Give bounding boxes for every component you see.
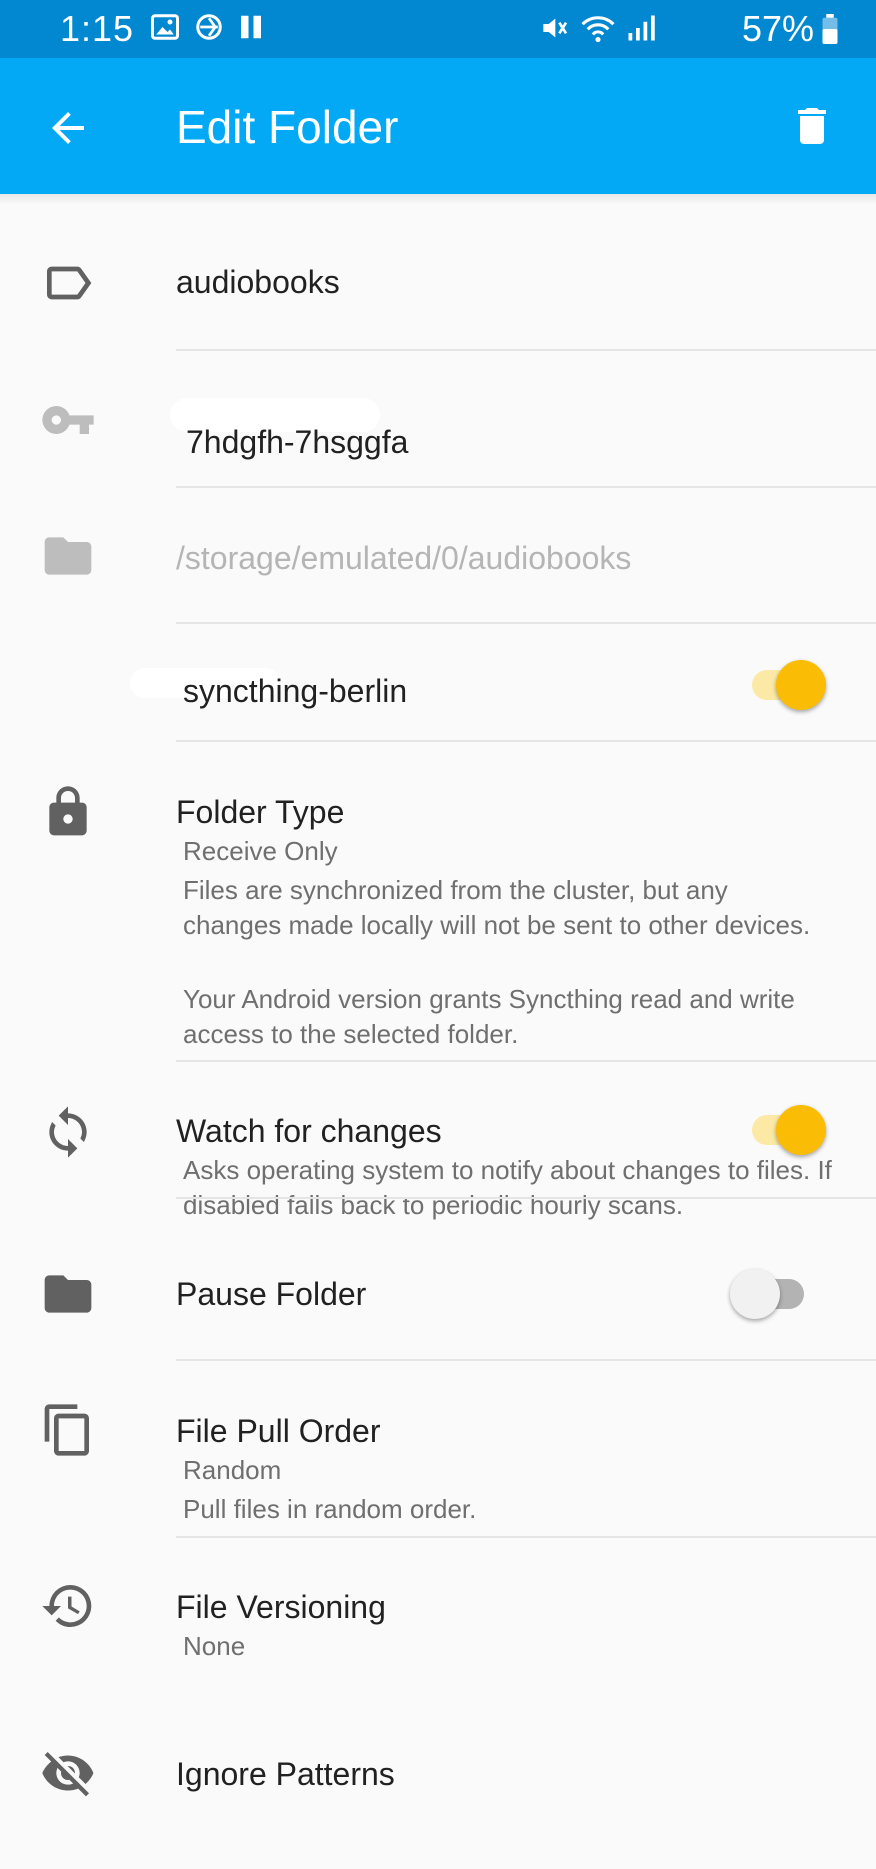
signal-icon <box>628 15 655 41</box>
folder-label-input[interactable]: audiobooks <box>176 264 340 301</box>
status-time: 1:15 <box>60 8 135 49</box>
key-icon <box>42 406 94 434</box>
file-versioning-value: None <box>183 1631 246 1661</box>
folder-type-description: Files are synchronized from the cluster,… <box>183 875 811 940</box>
divider <box>176 740 876 742</box>
toggle-thumb <box>730 1269 780 1319</box>
folder-id-input[interactable]: 7hdgfh-7hsggfa <box>186 424 408 461</box>
watch-changes-title: Watch for changes <box>176 1113 442 1149</box>
divider <box>176 486 876 488</box>
watch-changes-toggle[interactable] <box>746 1101 828 1157</box>
trash-icon[interactable] <box>788 100 836 152</box>
folder-type-note: Your Android version grants Syncthing re… <box>183 984 795 1049</box>
pause-notification-icon <box>241 15 261 39</box>
toggle-thumb <box>776 1105 826 1155</box>
folder-type-title: Folder Type <box>176 794 345 830</box>
folder-icon <box>44 537 92 575</box>
mute-icon <box>543 18 568 38</box>
device-name: syncthing-berlin <box>183 673 408 709</box>
divider <box>176 1359 876 1361</box>
file-pull-order-value: Random <box>183 1455 282 1485</box>
toggle-thumb <box>776 660 826 710</box>
divider <box>176 1536 876 1538</box>
folder-type-value: Receive Only <box>183 836 338 866</box>
folder-path-input[interactable]: /storage/emulated/0/audiobooks <box>176 540 631 577</box>
lock-icon <box>49 786 87 836</box>
divider <box>176 349 876 351</box>
arrow-back-icon[interactable] <box>44 104 92 152</box>
battery-icon <box>822 14 838 44</box>
file-versioning-title: File Versioning <box>176 1589 386 1625</box>
copy-icon <box>44 1404 89 1456</box>
label-icon <box>47 266 92 300</box>
image-notification-icon <box>151 14 179 40</box>
divider <box>176 1060 876 1062</box>
notification-icons <box>150 12 264 42</box>
battery-percent: 57% <box>741 8 814 49</box>
status-bar: 1:15 57% <box>0 0 876 58</box>
wifi-icon <box>581 16 615 43</box>
device-share-toggle[interactable] <box>746 656 828 712</box>
visibility-off-icon <box>42 1752 94 1797</box>
file-pull-order-title: File Pull Order <box>176 1413 381 1449</box>
divider <box>176 1197 876 1199</box>
history-icon <box>42 1585 92 1627</box>
sync-icon <box>49 1106 87 1158</box>
app-bar: Edit Folder <box>0 58 876 194</box>
page-title: Edit Folder <box>176 101 399 153</box>
app-bar-shadow <box>0 194 876 204</box>
system-icons <box>538 12 656 44</box>
ignore-patterns-title: Ignore Patterns <box>176 1756 395 1792</box>
pause-folder-title: Pause Folder <box>176 1276 367 1312</box>
file-pull-order-description: Pull files in random order. <box>183 1494 477 1524</box>
folder-icon <box>44 1275 92 1313</box>
sync-notification-icon <box>196 14 222 40</box>
divider <box>176 622 876 624</box>
watch-changes-description: Asks operating system to notify about ch… <box>183 1155 832 1220</box>
pause-folder-toggle[interactable] <box>730 1265 812 1321</box>
